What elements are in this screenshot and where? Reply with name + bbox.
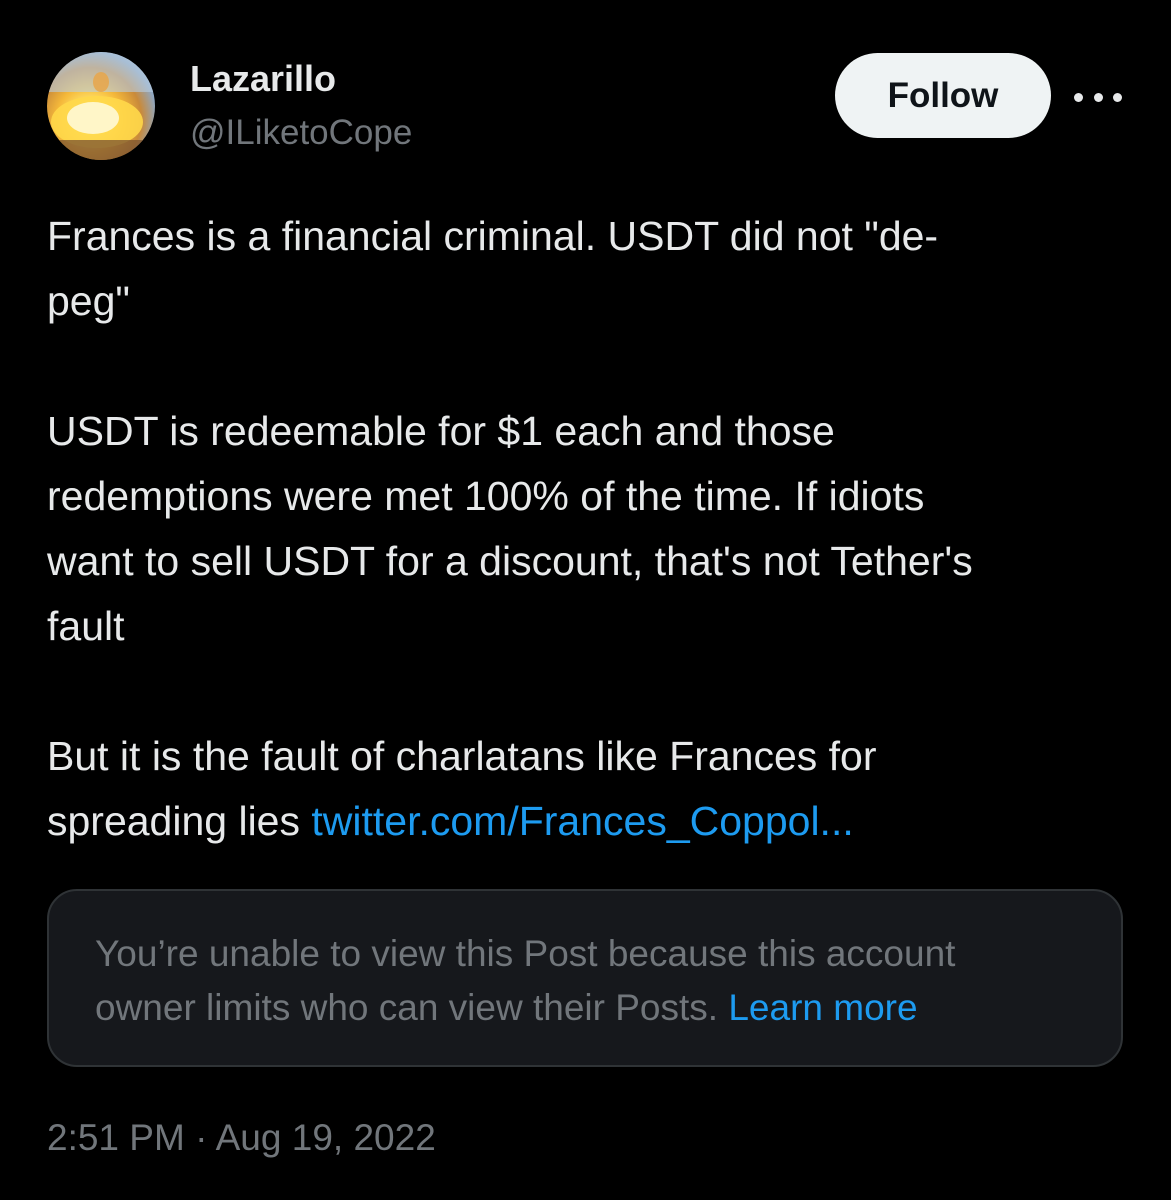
learn-more-link[interactable]: Learn more	[728, 987, 917, 1028]
notice-text: owner limits who can view their Posts.	[95, 987, 729, 1028]
unavailable-post-notice: You’re unable to view this Post because …	[47, 889, 1123, 1067]
author-handle[interactable]: @ILiketoCope	[190, 113, 412, 153]
tweet-paragraph: Frances is a financial criminal. USDT di…	[47, 204, 1137, 334]
follow-button[interactable]: Follow	[835, 53, 1051, 138]
notice-line: owner limits who can view their Posts. L…	[95, 981, 1075, 1035]
tweet-line-with-link: spreading lies twitter.com/Frances_Coppo…	[47, 789, 1137, 854]
tweet-line: Frances is a financial criminal. USDT di…	[47, 213, 939, 259]
author-name[interactable]: Lazarillo	[190, 58, 336, 100]
tweet-paragraph: But it is the fault of charlatans like F…	[47, 724, 1137, 854]
post-timestamp[interactable]: 2:51 PM · Aug 19, 2022	[47, 1117, 436, 1159]
more-dot	[1093, 92, 1103, 102]
tweet-line: redemptions were met 100% of the time. I…	[47, 473, 925, 519]
tweet-link[interactable]: twitter.com/Frances_Coppol...	[311, 798, 853, 844]
tweet-paragraph: USDT is redeemable for $1 each and those…	[47, 399, 1137, 659]
tweet-line: fault	[47, 603, 125, 649]
tweet-line-text: spreading lies	[47, 798, 312, 844]
tweet-text: Frances is a financial criminal. USDT di…	[47, 204, 1137, 854]
tweet-line: USDT is redeemable for $1 each and those	[47, 408, 835, 454]
tweet-line: want to sell USDT for a discount, that's…	[47, 538, 973, 584]
avatar[interactable]	[47, 52, 155, 160]
tweet-line: peg"	[47, 278, 130, 324]
more-dot	[1113, 92, 1122, 102]
tweet-line: But it is the fault of charlatans like F…	[47, 733, 877, 779]
notice-line: You’re unable to view this Post because …	[95, 933, 956, 974]
more-options-icon[interactable]	[1074, 84, 1122, 110]
avatar-image	[47, 52, 155, 160]
more-dot	[1074, 92, 1083, 102]
